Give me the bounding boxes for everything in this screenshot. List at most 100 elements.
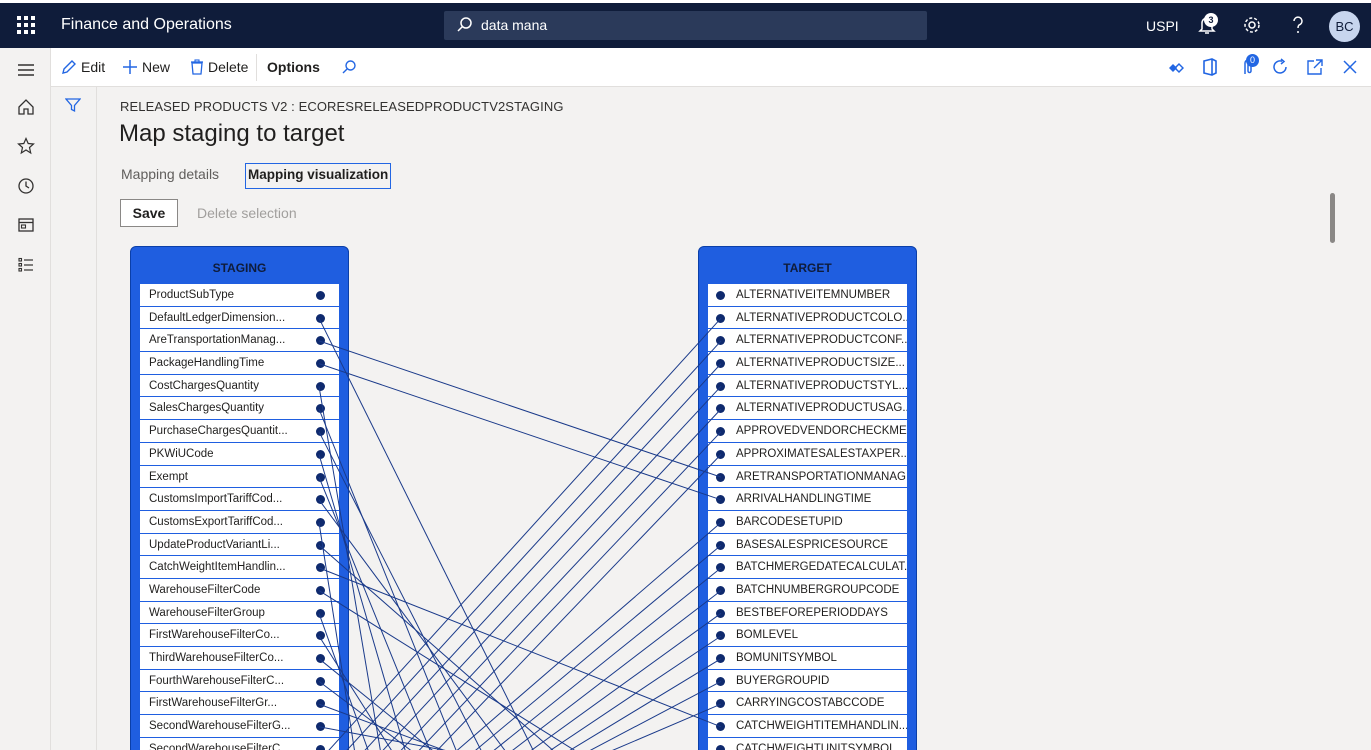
staging-field-connector[interactable] (316, 722, 325, 732)
search-box[interactable]: data mana (444, 11, 927, 40)
staging-field-row[interactable]: SecondWarehouseFilterG... (140, 715, 339, 738)
staging-field-row[interactable]: ProductSubType (140, 284, 339, 307)
power-apps-icon[interactable] (1168, 60, 1184, 76)
staging-field-row[interactable]: CustomsImportTariffCod... (140, 488, 339, 511)
app-launcher-icon[interactable] (17, 16, 35, 34)
target-field-connector[interactable] (716, 744, 725, 750)
target-field-row[interactable]: ARRIVALHANDLINGTIME (708, 488, 907, 511)
staging-field-connector[interactable] (316, 449, 325, 459)
staging-field-row[interactable]: Exempt (140, 465, 339, 489)
staging-field-row[interactable]: UpdateProductVariantLi... (140, 533, 339, 557)
staging-field-connector[interactable] (316, 381, 325, 391)
staging-field-connector[interactable] (316, 313, 325, 323)
target-field-connector[interactable] (716, 699, 725, 709)
help-icon[interactable] (1290, 15, 1306, 35)
filter-icon[interactable] (65, 97, 81, 113)
target-field-row[interactable]: APPROXIMATESALESTAXPER... (708, 442, 907, 466)
new-button[interactable]: New (122, 59, 170, 75)
close-icon[interactable] (1343, 60, 1357, 74)
target-field-row[interactable]: CARRYINGCOSTABCCODE (708, 692, 907, 716)
mapping-line[interactable] (518, 612, 722, 750)
target-field-row[interactable]: ALTERNATIVEPRODUCTUSAG... (708, 397, 907, 421)
staging-field-row[interactable]: WarehouseFilterGroup (140, 601, 339, 625)
refresh-icon[interactable] (1271, 58, 1289, 76)
mapping-line[interactable] (374, 385, 722, 750)
target-field-connector[interactable] (716, 654, 725, 663)
mapping-line[interactable] (446, 522, 722, 750)
mapping-line[interactable] (356, 363, 722, 750)
staging-field-connector[interactable] (316, 563, 325, 573)
target-field-connector[interactable] (716, 676, 725, 686)
save-button[interactable]: Save (120, 199, 178, 227)
delete-selection-button[interactable]: Delete selection (197, 205, 297, 221)
open-in-new-window-icon[interactable] (1306, 58, 1324, 76)
staging-field-connector[interactable] (316, 291, 325, 300)
staging-field-connector[interactable] (316, 631, 325, 641)
vertical-scrollbar[interactable] (1330, 193, 1335, 243)
target-field-connector[interactable] (716, 608, 725, 618)
staging-field-row[interactable]: WarehouseFilterCode (140, 578, 339, 602)
staging-field-connector[interactable] (316, 699, 325, 709)
target-field-row[interactable]: BUYERGROUPID (708, 669, 907, 693)
target-field-connector[interactable] (716, 381, 725, 391)
target-field-row[interactable]: BARCODESETUPID (708, 510, 907, 534)
target-field-connector[interactable] (716, 472, 725, 482)
avatar[interactable]: BC (1329, 11, 1360, 42)
staging-field-row[interactable]: ThirdWarehouseFilterCo... (140, 647, 339, 670)
mapping-line[interactable] (500, 590, 722, 750)
office-icon[interactable] (1202, 58, 1218, 76)
staging-field-row[interactable]: PackageHandlingTime (140, 352, 339, 375)
staging-field-row[interactable]: FirstWarehouseFilterGr... (140, 692, 339, 716)
target-field-connector[interactable] (716, 449, 725, 459)
target-field-row[interactable]: BOMUNITSYMBOL (708, 647, 907, 670)
find-search-icon[interactable] (341, 59, 357, 75)
target-field-row[interactable]: BESTBEFOREPERIODDAYS (708, 601, 907, 625)
target-field-connector[interactable] (716, 517, 725, 527)
tab-mapping-details[interactable]: Mapping details (121, 166, 219, 182)
target-field-row[interactable]: BOMLEVEL (708, 624, 907, 647)
mapping-line[interactable] (318, 363, 722, 501)
staging-field-row[interactable]: FirstWarehouseFilterCo... (140, 624, 339, 647)
mapping-line[interactable] (392, 408, 722, 750)
staging-field-connector[interactable] (316, 336, 325, 346)
target-field-connector[interactable] (716, 722, 725, 732)
target-field-row[interactable]: ALTERNATIVEPRODUCTCOLO... (708, 306, 907, 330)
home-icon[interactable] (17, 98, 35, 116)
mapping-line[interactable] (410, 431, 722, 750)
target-field-connector[interactable] (716, 291, 725, 300)
target-field-connector[interactable] (716, 313, 725, 323)
mapping-line[interactable] (318, 590, 590, 750)
workspaces-icon[interactable] (17, 216, 35, 234)
target-field-connector[interactable] (716, 585, 725, 595)
staging-field-connector[interactable] (316, 676, 325, 686)
staging-field-row[interactable]: CostChargesQuantity (140, 374, 339, 398)
delete-button[interactable]: Delete (190, 59, 248, 75)
target-field-row[interactable]: APPROVEDVENDORCHECKMET... (708, 420, 907, 443)
gear-icon[interactable] (1242, 15, 1262, 35)
staging-field-connector[interactable] (316, 608, 325, 618)
staging-field-row[interactable]: CustomsExportTariffCod... (140, 510, 339, 534)
staging-field-connector[interactable] (316, 540, 325, 550)
tab-mapping-visualization[interactable]: Mapping visualization (245, 163, 392, 189)
mapping-line[interactable] (428, 454, 722, 750)
mapping-line[interactable] (318, 544, 564, 750)
target-field-connector[interactable] (716, 495, 725, 505)
staging-field-row[interactable]: FourthWarehouseFilterC... (140, 669, 339, 693)
staging-field-row[interactable]: AreTransportationManag... (140, 329, 339, 353)
target-field-connector[interactable] (716, 631, 725, 641)
staging-field-connector[interactable] (316, 427, 325, 437)
target-field-connector[interactable] (716, 563, 725, 573)
target-field-connector[interactable] (716, 359, 725, 369)
target-field-row[interactable]: ALTERNATIVEPRODUCTCONF... (708, 329, 907, 353)
target-field-row[interactable]: ALTERNATIVEPRODUCTSTYL... (708, 374, 907, 398)
target-field-row[interactable]: ALTERNATIVEITEMNUMBER (708, 284, 907, 307)
target-field-row[interactable]: ARETRANSPORTATIONMANAG... (708, 465, 907, 489)
mapping-line[interactable] (318, 340, 722, 478)
staging-field-row[interactable]: SalesChargesQuantity (140, 397, 339, 421)
mapping-line[interactable] (318, 567, 722, 728)
staging-field-connector[interactable] (316, 359, 325, 369)
staging-field-connector[interactable] (316, 404, 325, 414)
target-field-row[interactable]: CATCHWEIGHTITEMHANDLIN... (708, 715, 907, 738)
mapping-line[interactable] (482, 567, 722, 750)
target-field-connector[interactable] (716, 404, 725, 414)
